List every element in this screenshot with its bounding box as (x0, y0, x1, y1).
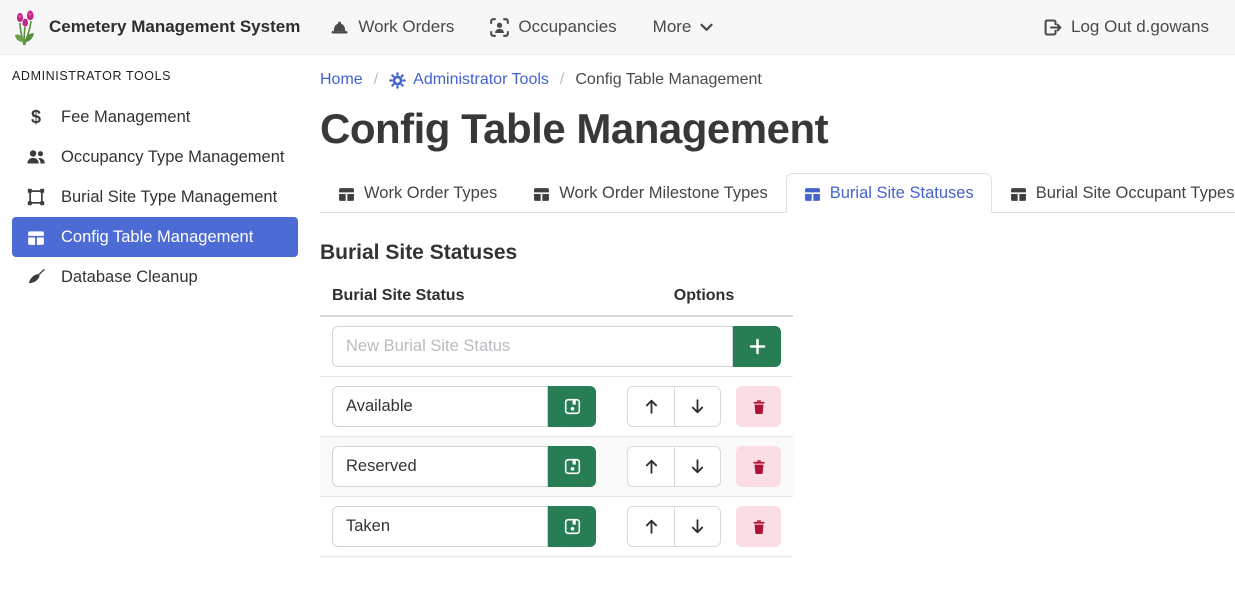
arrow-up-icon (643, 458, 660, 475)
tab-label: Work Order Milestone Types (559, 184, 767, 203)
column-header-options: Options (615, 279, 793, 316)
save-icon (564, 458, 581, 475)
sidebar-item-label: Burial Site Type Management (61, 188, 277, 207)
sidebar-item-fee-management[interactable]: $ Fee Management (12, 97, 298, 137)
brand-home-link[interactable]: Cemetery Management System (12, 9, 300, 46)
chevron-down-icon (700, 23, 713, 32)
sidebar-item-database-cleanup[interactable]: Database Cleanup (12, 257, 298, 297)
trash-icon (751, 459, 767, 475)
breadcrumb-label: Administrator Tools (413, 71, 549, 89)
breadcrumb: Home / (320, 71, 1235, 89)
logout-link[interactable]: Log Out d.gowans (1043, 17, 1209, 37)
section-heading: Burial Site Statuses (320, 241, 1235, 265)
people-icon (25, 148, 47, 166)
move-down-button[interactable] (674, 506, 721, 547)
nav-label: Work Orders (358, 17, 454, 37)
arrow-up-icon (643, 398, 660, 415)
tab-burial-site-statuses[interactable]: Burial Site Statuses (786, 173, 992, 213)
save-icon (564, 398, 581, 415)
breadcrumb-current: Config Table Management (575, 71, 762, 89)
arrow-up-icon (643, 518, 660, 535)
nav-item-occupancies[interactable]: Occupancies (490, 17, 616, 37)
logout-icon (1043, 18, 1062, 37)
dollar-icon: $ (25, 108, 47, 126)
tab-burial-site-occupant-types[interactable]: Burial Site Occupant Types (992, 173, 1235, 213)
sidebar-item-label: Occupancy Type Management (61, 148, 285, 167)
sidebar-item-config-table-management[interactable]: Config Table Management (12, 217, 298, 257)
config-tabs: Work Order Types Work Order Milestone Ty… (320, 173, 1235, 213)
save-status-button[interactable] (548, 446, 596, 487)
move-up-button[interactable] (627, 446, 674, 487)
sidebar-item-label: Fee Management (61, 108, 190, 127)
nav-label: Occupancies (518, 17, 616, 37)
tab-label: Burial Site Statuses (830, 184, 974, 203)
breadcrumb-home-link[interactable]: Home (320, 71, 363, 89)
trash-icon (751, 519, 767, 535)
save-status-button[interactable] (548, 506, 596, 547)
add-status-button[interactable] (733, 326, 781, 367)
status-row-reserved (320, 437, 793, 497)
new-status-row (320, 316, 793, 377)
breadcrumb-admin-tools-link[interactable]: Administrator Tools (389, 71, 549, 89)
tulip-logo-icon (12, 9, 39, 46)
arrow-down-icon (689, 458, 706, 475)
delete-status-button[interactable] (736, 506, 781, 547)
reorder-group (627, 386, 721, 427)
navbar-links: Work Orders Occupancies (330, 17, 713, 37)
nav-item-more[interactable]: More (653, 17, 714, 37)
arrow-down-icon (689, 518, 706, 535)
breadcrumb-separator: / (560, 71, 564, 89)
broom-icon (25, 268, 47, 286)
page-title: Config Table Management (320, 105, 1235, 153)
nav-label: More (653, 17, 692, 37)
status-row-available (320, 377, 793, 437)
reorder-group (627, 506, 721, 547)
plus-icon (749, 338, 766, 355)
table-icon (1010, 186, 1027, 202)
app-title: Cemetery Management System (49, 17, 300, 37)
move-up-button[interactable] (627, 506, 674, 547)
main-content: Home / (310, 55, 1235, 591)
save-status-button[interactable] (548, 386, 596, 427)
breadcrumb-label: Home (320, 71, 363, 89)
delete-status-button[interactable] (736, 386, 781, 427)
tab-label: Work Order Types (364, 184, 497, 203)
sidebar-item-label: Database Cleanup (61, 268, 198, 287)
top-navbar: Cemetery Management System Work Orders (0, 0, 1235, 55)
table-icon (533, 186, 550, 202)
breadcrumb-separator: / (374, 71, 378, 89)
status-input[interactable] (332, 446, 548, 487)
nav-item-work-orders[interactable]: Work Orders (330, 17, 454, 37)
delete-status-button[interactable] (736, 446, 781, 487)
person-bounding-box-icon (490, 18, 509, 37)
move-up-button[interactable] (627, 386, 674, 427)
table-icon (804, 186, 821, 202)
sidebar-item-burial-site-type-management[interactable]: Burial Site Type Management (12, 177, 298, 217)
sidebar: ADMINISTRATOR TOOLS $ Fee Management Occ… (0, 55, 310, 591)
status-input[interactable] (332, 386, 548, 427)
status-row-taken (320, 497, 793, 557)
new-status-input[interactable] (332, 326, 733, 367)
bounding-box-icon (25, 188, 47, 206)
arrow-down-icon (689, 398, 706, 415)
table-icon (25, 229, 47, 246)
logout-label: Log Out d.gowans (1071, 17, 1209, 37)
tab-work-order-types[interactable]: Work Order Types (320, 173, 515, 213)
tab-label: Burial Site Occupant Types (1036, 184, 1235, 203)
burial-site-status-table: Burial Site Status Options (320, 279, 793, 557)
trash-icon (751, 399, 767, 415)
reorder-group (627, 446, 721, 487)
column-header-status: Burial Site Status (320, 279, 615, 316)
gear-icon (389, 72, 406, 89)
sidebar-item-label: Config Table Management (61, 228, 253, 247)
sidebar-item-occupancy-type-management[interactable]: Occupancy Type Management (12, 137, 298, 177)
move-down-button[interactable] (674, 446, 721, 487)
tab-work-order-milestone-types[interactable]: Work Order Milestone Types (515, 173, 785, 213)
table-icon (338, 186, 355, 202)
save-icon (564, 518, 581, 535)
hard-hat-icon (330, 18, 349, 37)
move-down-button[interactable] (674, 386, 721, 427)
sidebar-heading: ADMINISTRATOR TOOLS (0, 61, 310, 97)
status-input[interactable] (332, 506, 548, 547)
